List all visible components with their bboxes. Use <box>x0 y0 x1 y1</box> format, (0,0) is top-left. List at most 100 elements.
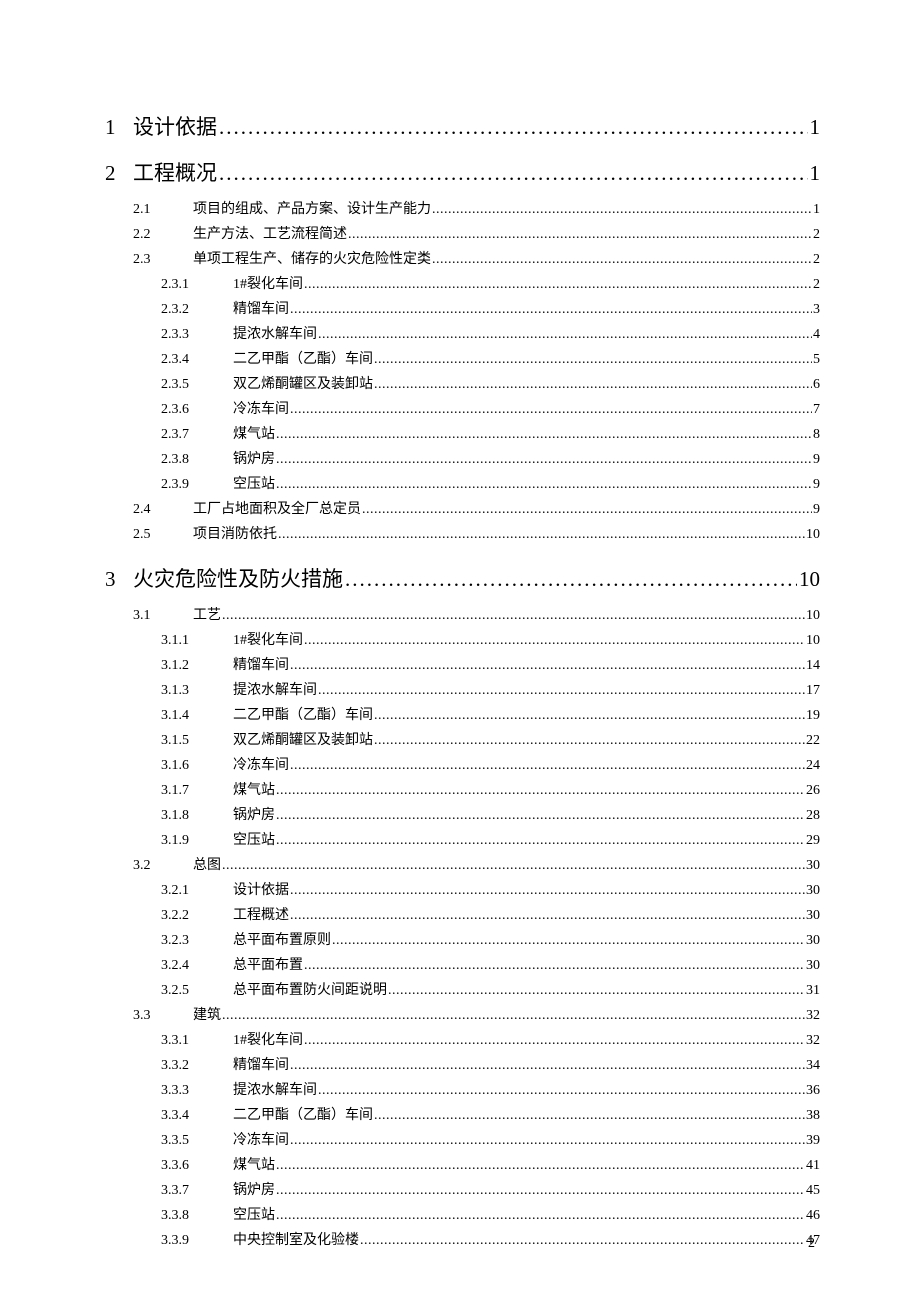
toc-entry: 3.2.4总平面布置..............................… <box>105 953 820 978</box>
toc-leader-dots: ........................................… <box>290 397 812 422</box>
toc-entry-page: 36 <box>806 1078 820 1103</box>
toc-entry-title: 总平面布置原则 <box>233 928 331 953</box>
toc-entry-page: 32 <box>806 1028 820 1053</box>
toc-entry-page: 24 <box>806 753 820 778</box>
toc-entry-number: 3.2.3 <box>161 928 233 953</box>
toc-entry-page: 2 <box>813 247 820 272</box>
toc-entry: 3.1.7煤气站................................… <box>105 778 820 803</box>
toc-entry-title: 工厂占地面积及全厂总定员 <box>193 497 361 522</box>
toc-entry-number: 3 <box>105 567 133 592</box>
toc-leader-dots: ........................................… <box>276 447 812 472</box>
toc-entry-title: 双乙烯酮罐区及装卸站 <box>233 372 373 397</box>
toc-entry-title: 提浓水解车间 <box>233 322 317 347</box>
toc-entry-number: 2.3.5 <box>161 372 233 397</box>
toc-entry-title: 煤气站 <box>233 422 275 447</box>
toc-entry: 3.1.9空压站................................… <box>105 828 820 853</box>
toc-entry: 3.1工艺...................................… <box>105 603 820 628</box>
toc-entry-number: 2.3.1 <box>161 272 233 297</box>
toc-leader-dots: ........................................… <box>360 1228 805 1253</box>
toc-entry-number: 2 <box>105 161 133 186</box>
toc-entry-title: 工程概况 <box>133 157 217 187</box>
toc-entry-number: 3.2.2 <box>161 903 233 928</box>
toc-entry-number: 3.1 <box>133 603 193 628</box>
table-of-contents: 1设计依据...................................… <box>105 111 820 1253</box>
toc-entry-title: 建筑 <box>193 1003 221 1028</box>
toc-entry: 3.1.5双乙烯酮罐区及装卸站.........................… <box>105 728 820 753</box>
toc-entry-number: 2.5 <box>133 522 193 547</box>
toc-entry-title: 锅炉房 <box>233 1178 275 1203</box>
toc-entry-title: 提浓水解车间 <box>233 1078 317 1103</box>
toc-entry: 3.3.9中央控制室及化验楼..........................… <box>105 1228 820 1253</box>
toc-leader-dots: ........................................… <box>374 1103 805 1128</box>
toc-entry: 2.3.11#裂化车间.............................… <box>105 272 820 297</box>
toc-entry-page: 41 <box>806 1153 820 1178</box>
toc-leader-dots: ........................................… <box>304 1028 805 1053</box>
toc-entry-title: 冷冻车间 <box>233 397 289 422</box>
toc-entry-page: 10 <box>806 603 820 628</box>
toc-entry: 3.3.6煤气站................................… <box>105 1153 820 1178</box>
toc-entry-title: 1#裂化车间 <box>233 628 303 653</box>
toc-leader-dots: ........................................… <box>362 497 812 522</box>
toc-entry: 3.2.5总平面布置防火间距说明........................… <box>105 978 820 1003</box>
toc-leader-dots: ........................................… <box>374 703 805 728</box>
toc-entry-number: 3.1.4 <box>161 703 233 728</box>
toc-entry-page: 46 <box>806 1203 820 1228</box>
toc-entry-number: 3.2.4 <box>161 953 233 978</box>
toc-leader-dots: ........................................… <box>332 928 805 953</box>
toc-entry-page: 17 <box>806 678 820 703</box>
toc-entry-number: 3.1.7 <box>161 778 233 803</box>
toc-entry: 3.3.8空压站................................… <box>105 1203 820 1228</box>
toc-entry-title: 1#裂化车间 <box>233 1028 303 1053</box>
toc-entry: 3.1.3提浓水解车间.............................… <box>105 678 820 703</box>
toc-entry-page: 32 <box>806 1003 820 1028</box>
toc-entry-title: 火灾危险性及防火措施 <box>133 563 343 593</box>
toc-entry-page: 29 <box>806 828 820 853</box>
toc-entry: 3.3建筑...................................… <box>105 1003 820 1028</box>
toc-entry: 1设计依据...................................… <box>105 111 820 141</box>
footer-page-number: 2 <box>808 1236 815 1252</box>
toc-entry-page: 30 <box>806 903 820 928</box>
toc-entry: 2.3.6冷冻车间...............................… <box>105 397 820 422</box>
document-page: 1设计依据...................................… <box>0 0 920 1313</box>
toc-leader-dots: ........................................… <box>276 422 812 447</box>
toc-entry-page: 22 <box>806 728 820 753</box>
toc-leader-dots: ........................................… <box>290 297 812 322</box>
toc-entry-page: 14 <box>806 653 820 678</box>
toc-leader-dots: ........................................… <box>222 1003 805 1028</box>
toc-entry-number: 3.3 <box>133 1003 193 1028</box>
toc-entry-page: 7 <box>813 397 820 422</box>
toc-entry-number: 3.2.1 <box>161 878 233 903</box>
toc-entry: 3火灾危险性及防火措施.............................… <box>105 563 820 593</box>
toc-leader-dots: ........................................… <box>304 628 805 653</box>
toc-entry-title: 1#裂化车间 <box>233 272 303 297</box>
toc-leader-dots: ........................................… <box>276 778 805 803</box>
toc-entry: 2.3.8锅炉房................................… <box>105 447 820 472</box>
toc-entry-title: 锅炉房 <box>233 803 275 828</box>
toc-entry-title: 二乙甲酯（乙酯）车间 <box>233 703 373 728</box>
toc-entry-page: 26 <box>806 778 820 803</box>
toc-entry-page: 6 <box>813 372 820 397</box>
toc-entry-title: 冷冻车间 <box>233 1128 289 1153</box>
toc-leader-dots: ........................................… <box>374 728 805 753</box>
toc-entry-title: 项目消防依托 <box>193 522 277 547</box>
toc-entry-page: 9 <box>813 472 820 497</box>
toc-entry-number: 3.3.3 <box>161 1078 233 1103</box>
toc-entry-page: 9 <box>813 447 820 472</box>
toc-leader-dots: ........................................… <box>290 653 805 678</box>
toc-entry: 3.3.4二乙甲酯（乙酯）车间.........................… <box>105 1103 820 1128</box>
toc-leader-dots: ........................................… <box>318 322 812 347</box>
toc-entry-title: 煤气站 <box>233 1153 275 1178</box>
toc-entry-title: 锅炉房 <box>233 447 275 472</box>
toc-entry-number: 3.1.5 <box>161 728 233 753</box>
toc-entry: 2.3.4二乙甲酯（乙酯）车间.........................… <box>105 347 820 372</box>
toc-entry-page: 3 <box>813 297 820 322</box>
toc-entry-page: 8 <box>813 422 820 447</box>
toc-entry-number: 2.3 <box>133 247 193 272</box>
toc-entry-title: 双乙烯酮罐区及装卸站 <box>233 728 373 753</box>
toc-entry: 3.1.11#裂化车间.............................… <box>105 628 820 653</box>
toc-entry-title: 二乙甲酯（乙酯）车间 <box>233 1103 373 1128</box>
toc-entry-number: 3.3.5 <box>161 1128 233 1153</box>
toc-leader-dots: ........................................… <box>304 953 805 978</box>
toc-entry: 2.4工厂占地面积及全厂总定员.........................… <box>105 497 820 522</box>
toc-leader-dots: ........................................… <box>345 567 797 592</box>
